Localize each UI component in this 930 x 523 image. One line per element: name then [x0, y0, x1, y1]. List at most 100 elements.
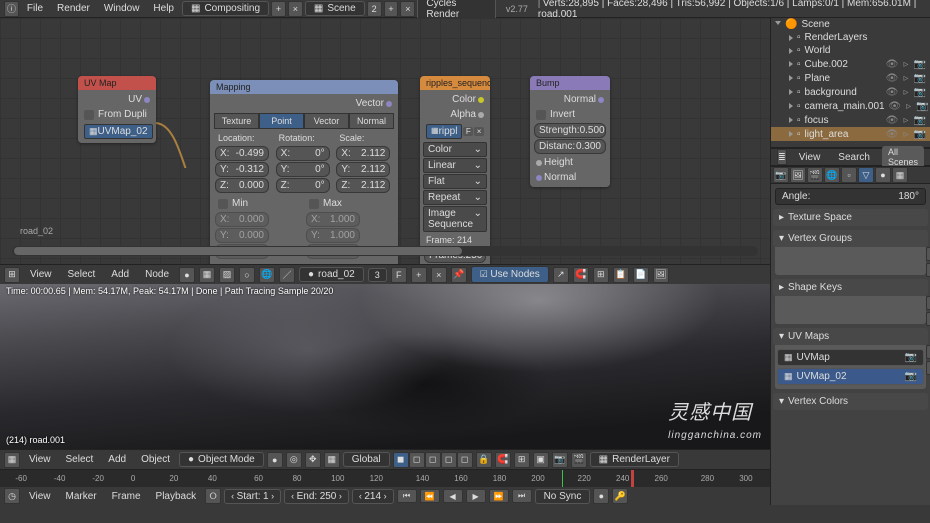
- outliner-item[interactable]: ▫background👁▹📷: [771, 85, 930, 99]
- frame-menu[interactable]: Frame: [106, 489, 147, 504]
- search-menu[interactable]: Search: [832, 150, 876, 165]
- current-frame[interactable]: ‹ 214 ›: [352, 489, 394, 504]
- backdrop-icon[interactable]: 🖼: [653, 267, 669, 283]
- range-toggle[interactable]: ⭘: [205, 488, 221, 504]
- select-icon[interactable]: ▹: [900, 128, 912, 140]
- material-selector[interactable]: ● road_02: [299, 267, 364, 282]
- outliner-item[interactable]: ▫Plane👁▹📷: [771, 71, 930, 85]
- editor-type-icon[interactable]: ◷: [4, 488, 20, 504]
- shader-type-icon[interactable]: ●: [179, 267, 195, 283]
- select-icon[interactable]: ▹: [900, 114, 912, 126]
- help-menu[interactable]: Help: [147, 1, 180, 16]
- layout-selector[interactable]: ▦ Compositing: [182, 1, 269, 16]
- render-menu[interactable]: Render: [51, 1, 96, 16]
- vgroup-menu[interactable]: ▾: [926, 263, 930, 277]
- rot-z[interactable]: Z:0°: [276, 178, 330, 193]
- shading-mode[interactable]: ●: [267, 452, 283, 468]
- play-reverse[interactable]: ◀: [443, 489, 463, 503]
- tab-scene[interactable]: 🎬: [807, 167, 823, 183]
- keyframe-prev[interactable]: ⏪: [420, 489, 440, 503]
- eye-icon[interactable]: 👁: [886, 58, 898, 70]
- uvmap-add[interactable]: +: [926, 345, 930, 359]
- outliner-item[interactable]: ▫focus👁▹📷: [771, 113, 930, 127]
- keyframe-next[interactable]: ⏩: [489, 489, 509, 503]
- tab-layers[interactable]: 🖼: [790, 167, 806, 183]
- select-icon[interactable]: ▹: [900, 58, 912, 70]
- scene-add[interactable]: +: [384, 1, 399, 17]
- render-icon[interactable]: 📷: [914, 72, 926, 84]
- select-icon[interactable]: ▹: [900, 86, 912, 98]
- layer-btn[interactable]: ◻: [441, 452, 457, 468]
- use-nodes-toggle[interactable]: ☑ Use Nodes: [471, 266, 549, 283]
- uvmap-item-active[interactable]: ▦ UVMap_02📷: [777, 368, 924, 385]
- tab-render[interactable]: 📷: [773, 167, 789, 183]
- pivot-icon[interactable]: ◎: [286, 452, 302, 468]
- mat-remove[interactable]: ×: [431, 267, 447, 283]
- editor-type-icon[interactable]: ⊞: [4, 267, 20, 283]
- pin-icon[interactable]: 📌: [451, 267, 467, 283]
- playhead[interactable]: [562, 470, 563, 487]
- angle-field[interactable]: Angle:180°: [775, 188, 926, 205]
- layout-add[interactable]: +: [271, 1, 286, 17]
- go-parent[interactable]: ↗: [553, 267, 569, 283]
- sync-mode[interactable]: No Sync: [535, 489, 591, 504]
- node-bump[interactable]: Bump Normal Invert Strength:0.500 Distan…: [530, 76, 610, 187]
- object-menu[interactable]: Object: [135, 452, 176, 467]
- snap-icon[interactable]: 🧲: [495, 452, 511, 468]
- node-image-texture[interactable]: ripples_sequence… Color Alpha ▦ rippl F …: [420, 76, 490, 264]
- orientation-selector[interactable]: Global: [343, 452, 390, 467]
- horizontal-scrollbar[interactable]: [12, 246, 758, 256]
- key-type-icon[interactable]: 🔑: [612, 488, 628, 504]
- loc-y[interactable]: Y:-0.312: [215, 162, 269, 177]
- distance-field[interactable]: Distanc:0.300: [534, 139, 606, 154]
- scene-selector[interactable]: ▦ Scene: [305, 1, 365, 16]
- filter-selector[interactable]: All Scenes: [882, 146, 924, 168]
- 3d-viewport[interactable]: Time: 00:00.65 | Mem: 54.17M, Peak: 54.1…: [0, 284, 770, 449]
- outliner-item[interactable]: ▫RenderLayers: [771, 31, 930, 44]
- uvmap-remove[interactable]: −: [926, 361, 930, 375]
- end-frame[interactable]: ‹ End: 250 ›: [284, 489, 349, 504]
- node-editor[interactable]: UV Map UV From Dupli ▦ UVMap_02 Mapping …: [0, 18, 770, 264]
- mat-add[interactable]: +: [411, 267, 427, 283]
- add-menu[interactable]: Add: [102, 452, 132, 467]
- outliner-item[interactable]: ▫World: [771, 44, 930, 57]
- opengl-anim-icon[interactable]: 🎬: [571, 452, 587, 468]
- paste-icon[interactable]: 📄: [633, 267, 649, 283]
- interp-select[interactable]: Linear⌄: [423, 158, 487, 173]
- file-menu[interactable]: File: [21, 1, 49, 16]
- image-field[interactable]: ▦ rippl: [426, 124, 462, 139]
- strength-field[interactable]: Strength:0.500: [534, 123, 606, 138]
- max-check[interactable]: [309, 199, 319, 209]
- texspace-panel[interactable]: ▸ Texture Space: [773, 209, 928, 226]
- render-icon[interactable]: 📷: [917, 100, 929, 112]
- tab-normal[interactable]: Normal: [349, 113, 394, 129]
- min-y[interactable]: Y:0.000: [215, 228, 269, 243]
- mode-selector[interactable]: ● Object Mode: [179, 452, 264, 467]
- line-shader-icon[interactable]: ／: [279, 267, 295, 283]
- render-icon[interactable]: 📷: [914, 128, 926, 140]
- vgroup-add[interactable]: +: [926, 247, 930, 261]
- image-unlink[interactable]: ×: [474, 127, 484, 136]
- eye-icon[interactable]: 👁: [886, 72, 898, 84]
- layer-btn[interactable]: ◻: [457, 452, 473, 468]
- tab-data[interactable]: ▽: [858, 167, 874, 183]
- select-menu[interactable]: Select: [62, 267, 102, 282]
- uvmap-item[interactable]: ▦ UVMap📷: [777, 349, 924, 366]
- view-menu[interactable]: View: [24, 267, 58, 282]
- jump-start[interactable]: ⏮: [397, 489, 417, 503]
- select-menu[interactable]: Select: [60, 452, 100, 467]
- node-uv-map[interactable]: UV Map UV From Dupli ▦ UVMap_02: [78, 76, 156, 143]
- eye-icon[interactable]: 👁: [886, 114, 898, 126]
- sc-y[interactable]: Y:2.112: [336, 162, 390, 177]
- outliner-item[interactable]: ▫light_area👁▹📷: [771, 127, 930, 141]
- rot-x[interactable]: X:0°: [276, 146, 330, 161]
- image-browse[interactable]: F: [463, 127, 473, 136]
- vcolors-panel[interactable]: ▾ Vertex Colors: [773, 393, 928, 410]
- sc-x[interactable]: X:2.112: [336, 146, 390, 161]
- max-x[interactable]: X:1.000: [306, 212, 360, 227]
- snap-icon[interactable]: 🧲: [573, 267, 589, 283]
- tex-type-icon[interactable]: ▨: [219, 267, 235, 283]
- tab-vector[interactable]: Vector: [304, 113, 349, 129]
- scene-remove[interactable]: ×: [400, 1, 415, 17]
- opengl-render-icon[interactable]: 📷: [552, 452, 568, 468]
